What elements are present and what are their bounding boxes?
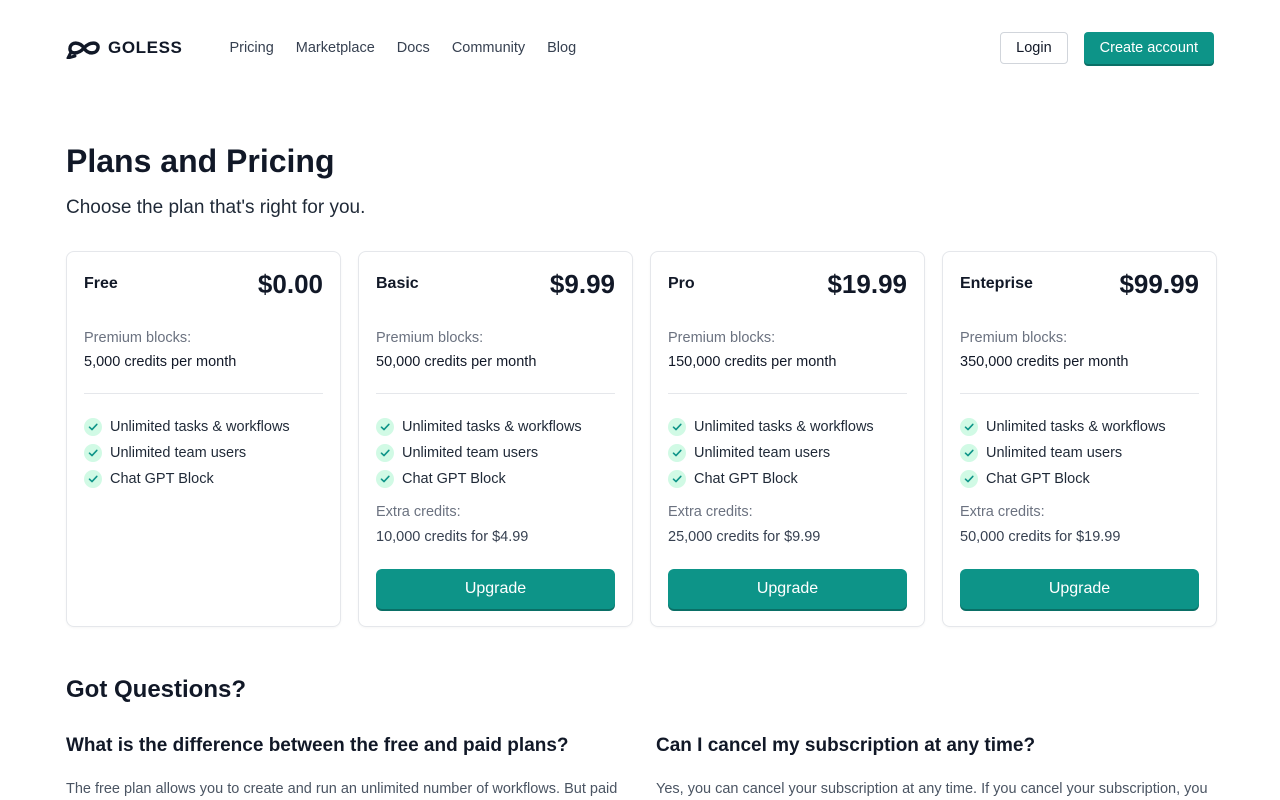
premium-label: Premium blocks: — [84, 330, 192, 346]
feature-label: Chat GPT Block — [110, 471, 214, 487]
feature-label: Chat GPT Block — [402, 471, 506, 487]
check-icon — [376, 418, 394, 436]
header-actions: Login Create account — [1000, 32, 1214, 64]
feature-item: Unlimited team users — [84, 444, 323, 462]
check-icon — [668, 444, 686, 462]
feature-label: Chat GPT Block — [986, 471, 1090, 487]
check-icon — [960, 444, 978, 462]
nav-pricing[interactable]: Pricing — [229, 40, 273, 56]
check-icon — [376, 444, 394, 462]
check-icon — [668, 418, 686, 436]
site-header: GOLESS Pricing Marketplace Docs Communit… — [66, 32, 1214, 64]
extra-credits-value: 10,000 credits for $4.99 — [376, 529, 529, 545]
plan-card-basic: Basic $9.99 Premium blocks: 50,000 credi… — [358, 251, 633, 627]
main-nav: Pricing Marketplace Docs Community Blog — [229, 40, 576, 56]
extra-credits-label: Extra credits: — [376, 504, 461, 520]
feature-list: Unlimited tasks & workflows Unlimited te… — [84, 418, 323, 488]
plan-credits: 50,000 credits per month — [376, 354, 537, 370]
divider — [376, 393, 615, 394]
faq-answer: The free plan allows you to create and r… — [66, 781, 618, 797]
feature-item: Unlimited team users — [376, 444, 615, 462]
feature-label: Unlimited tasks & workflows — [986, 419, 1166, 435]
feature-item: Unlimited tasks & workflows — [668, 418, 907, 436]
upgrade-enterprise-button[interactable]: Upgrade — [960, 569, 1199, 609]
check-icon — [84, 418, 102, 436]
plan-card-free: Free $0.00 Premium blocks: 5,000 credits… — [66, 251, 341, 627]
divider — [668, 393, 907, 394]
plan-price: $9.99 — [549, 268, 615, 299]
extra-credits-value: 50,000 credits for $19.99 — [960, 529, 1121, 545]
nav-docs[interactable]: Docs — [397, 40, 430, 56]
plans-grid: Free $0.00 Premium blocks: 5,000 credits… — [66, 251, 1217, 627]
faq-answer: Yes, you can cancel your subscription at… — [656, 781, 1208, 797]
logo[interactable]: GOLESS — [66, 37, 182, 59]
faq-item: What is the difference between the free … — [66, 735, 626, 799]
create-account-button[interactable]: Create account — [1083, 32, 1214, 64]
plan-name: Free — [84, 275, 118, 292]
check-icon — [376, 470, 394, 488]
logo-text: GOLESS — [108, 38, 183, 57]
plan-credits: 150,000 credits per month — [668, 354, 837, 370]
faq-question: What is the difference between the free … — [66, 735, 569, 756]
feature-item: Unlimited tasks & workflows — [960, 418, 1199, 436]
divider — [84, 393, 323, 394]
faq-question: Can I cancel my subscription at any time… — [656, 735, 1036, 756]
premium-label: Premium blocks: — [960, 330, 1068, 346]
feature-list: Unlimited tasks & workflows Unlimited te… — [376, 418, 615, 488]
page-subtitle: Choose the plan that's right for you. — [66, 197, 366, 218]
plan-price: $19.99 — [827, 268, 907, 299]
feature-list: Unlimited tasks & workflows Unlimited te… — [668, 418, 907, 488]
check-icon — [84, 444, 102, 462]
feature-label: Unlimited tasks & workflows — [110, 419, 290, 435]
plan-name: Pro — [668, 275, 695, 292]
feature-label: Unlimited tasks & workflows — [694, 419, 874, 435]
plan-credits: 5,000 credits per month — [84, 354, 237, 370]
check-icon — [84, 470, 102, 488]
plan-price: $99.99 — [1119, 268, 1199, 299]
feature-label: Unlimited team users — [402, 445, 539, 461]
plan-card-pro: Pro $19.99 Premium blocks: 150,000 credi… — [650, 251, 925, 627]
check-icon — [960, 418, 978, 436]
feature-item: Chat GPT Block — [376, 470, 615, 488]
feature-item: Unlimited team users — [668, 444, 907, 462]
feature-item: Chat GPT Block — [84, 470, 323, 488]
upgrade-pro-button[interactable]: Upgrade — [668, 569, 907, 609]
faq-title: Got Questions? — [66, 676, 246, 703]
check-icon — [960, 470, 978, 488]
plan-credits: 350,000 credits per month — [960, 354, 1129, 370]
feature-list: Unlimited tasks & workflows Unlimited te… — [960, 418, 1199, 488]
feature-item: Chat GPT Block — [668, 470, 907, 488]
premium-label: Premium blocks: — [376, 330, 484, 346]
premium-label: Premium blocks: — [668, 330, 776, 346]
feature-item: Unlimited team users — [960, 444, 1199, 462]
page-title: Plans and Pricing — [66, 143, 335, 179]
feature-label: Unlimited tasks & workflows — [402, 419, 582, 435]
feature-label: Unlimited team users — [694, 445, 831, 461]
feature-label: Unlimited team users — [986, 445, 1123, 461]
nav-blog[interactable]: Blog — [547, 40, 576, 56]
feature-item: Chat GPT Block — [960, 470, 1199, 488]
nav-marketplace[interactable]: Marketplace — [296, 40, 375, 56]
plan-card-enterprise: Enteprise $99.99 Premium blocks: 350,000… — [942, 251, 1217, 627]
extra-credits-label: Extra credits: — [960, 504, 1045, 520]
plan-name: Enteprise — [960, 275, 1033, 292]
divider — [960, 393, 1199, 394]
extra-credits-value: 25,000 credits for $9.99 — [668, 529, 821, 545]
feature-label: Unlimited team users — [110, 445, 247, 461]
feature-item: Unlimited tasks & workflows — [84, 418, 323, 436]
plan-price: $0.00 — [257, 268, 323, 299]
infinity-logo-icon — [66, 41, 100, 59]
login-button[interactable]: Login — [1000, 32, 1068, 64]
plan-name: Basic — [376, 275, 419, 292]
extra-credits-label: Extra credits: — [668, 504, 753, 520]
upgrade-basic-button[interactable]: Upgrade — [376, 569, 615, 609]
nav-community[interactable]: Community — [452, 40, 525, 56]
feature-label: Chat GPT Block — [694, 471, 798, 487]
check-icon — [668, 470, 686, 488]
faq-item: Can I cancel my subscription at any time… — [656, 735, 1216, 799]
feature-item: Unlimited tasks & workflows — [376, 418, 615, 436]
